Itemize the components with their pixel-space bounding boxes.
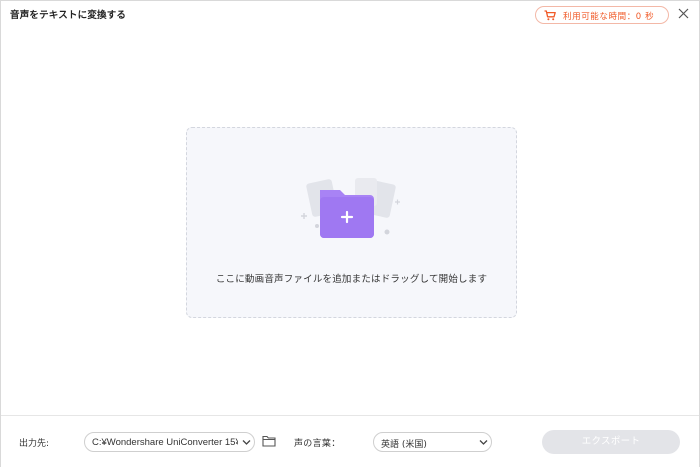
available-time-text: 利用可能な時間：0 秒 — [563, 12, 655, 22]
app-window: 音声をテキストに変換する 利用可能な時間：0 秒 ここに動画音声ファイルを追加ま… — [0, 0, 700, 467]
file-drop-zone[interactable]: ここに動画音声ファイルを追加またはドラッグして開始します — [186, 127, 517, 318]
language-value: 英語 (米国) — [381, 440, 427, 450]
chevron-down-icon — [242, 440, 251, 445]
close-icon[interactable] — [677, 7, 690, 20]
cart-icon — [544, 10, 556, 21]
export-button[interactable]: エクスポート — [542, 430, 680, 454]
language-label: 声の言葉： — [294, 439, 341, 449]
available-time-badge[interactable]: 利用可能な時間：0 秒 — [535, 6, 669, 24]
output-path-select[interactable]: C:¥Wondershare UniConverter 15¥ — [84, 432, 255, 452]
output-path-value: C:¥Wondershare UniConverter 15¥ — [92, 437, 238, 448]
folder-add-icon — [301, 178, 400, 238]
chevron-down-icon — [479, 440, 488, 445]
bottom-bar: 出力先: C:¥Wondershare UniConverter 15¥ 声の言… — [1, 415, 699, 467]
title-bar: 音声をテキストに変換する 利用可能な時間：0 秒 — [1, 1, 699, 27]
window-title: 音声をテキストに変換する — [10, 10, 127, 21]
language-select[interactable]: 英語 (米国) — [373, 432, 492, 452]
drop-prompt: ここに動画音声ファイルを追加またはドラッグして開始します — [215, 274, 488, 285]
folder-open-icon[interactable] — [262, 435, 276, 447]
output-label: 出力先: — [19, 439, 50, 449]
